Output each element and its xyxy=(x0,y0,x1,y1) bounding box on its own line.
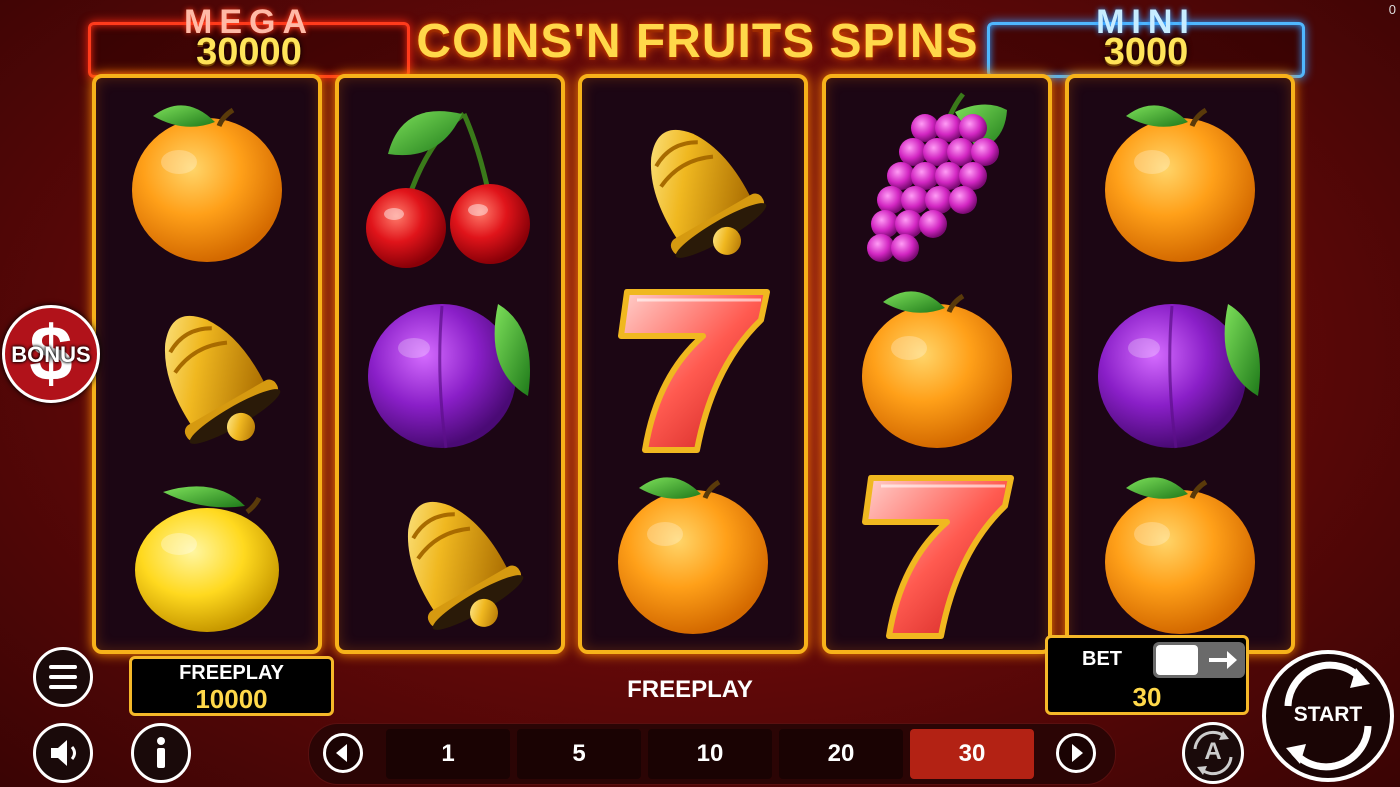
arrow-right-icon xyxy=(1209,651,1237,669)
grapes-symbol xyxy=(837,90,1037,270)
bell-symbol xyxy=(593,90,793,270)
start-button[interactable]: START xyxy=(1262,650,1394,782)
arrow-right-icon xyxy=(1072,744,1083,762)
bet-option-1[interactable]: 1 xyxy=(386,729,510,779)
sound-icon xyxy=(51,740,76,766)
arrow-left-icon xyxy=(336,744,347,762)
autoplay-label: A xyxy=(1204,738,1222,765)
reel-2 xyxy=(335,74,565,654)
mini-jackpot-value: 3000 xyxy=(1103,31,1189,73)
bet-toggle[interactable] xyxy=(1153,642,1245,678)
menu-button[interactable] xyxy=(33,647,93,707)
bet-value: 30 xyxy=(1132,682,1162,712)
freeplay-panel: FREEPLAY 10000 xyxy=(129,656,334,716)
bet-prev-button[interactable] xyxy=(323,733,363,773)
mini-jackpot: MINI 3000 xyxy=(987,3,1305,78)
info-button[interactable] xyxy=(131,723,191,783)
bonus-label: BONUS xyxy=(11,342,91,367)
status-text: FREEPLAY xyxy=(627,676,753,703)
orange-symbol xyxy=(107,90,307,270)
bet-option-20[interactable]: 20 xyxy=(779,729,903,779)
bet-option-10[interactable]: 10 xyxy=(648,729,772,779)
corner-counter: 0 xyxy=(1388,2,1396,17)
bet-panel: BET 30 xyxy=(1045,635,1249,715)
cherries-symbol xyxy=(350,90,550,270)
lemon-symbol xyxy=(107,462,307,642)
toggle-knob xyxy=(1156,645,1198,675)
bell-symbol xyxy=(350,462,550,642)
autoplay-button[interactable]: A xyxy=(1182,722,1244,784)
orange-symbol xyxy=(1080,90,1280,270)
bet-label: BET xyxy=(1082,648,1122,670)
sound-button[interactable] xyxy=(33,723,93,783)
plum-symbol xyxy=(1080,276,1280,456)
bet-next-button[interactable] xyxy=(1056,733,1096,773)
bet-option-30[interactable]: 30 xyxy=(910,729,1034,779)
bet-option-5[interactable]: 5 xyxy=(517,729,641,779)
reel-3 xyxy=(578,74,808,654)
orange-symbol xyxy=(1080,462,1280,642)
reel-1 xyxy=(92,74,322,654)
reel-4 xyxy=(822,74,1052,654)
plum-symbol xyxy=(350,276,550,456)
orange-symbol xyxy=(593,462,793,642)
mega-jackpot: MEGA 30000 xyxy=(88,3,410,78)
mega-jackpot-value: 30000 xyxy=(196,31,302,73)
bonus-button[interactable]: $ BONUS xyxy=(2,305,100,403)
reel-5 xyxy=(1065,74,1295,654)
bet-selector: 1 5 10 20 30 xyxy=(308,723,1116,785)
seven-symbol xyxy=(837,462,1037,642)
game-title: COINS'N FRUITS SPINS xyxy=(416,15,979,68)
start-label: START xyxy=(1293,703,1363,726)
info-icon xyxy=(157,737,165,768)
freeplay-label: FREEPLAY xyxy=(179,662,284,684)
seven-symbol xyxy=(593,276,793,456)
bell-symbol xyxy=(107,276,307,456)
freeplay-value: 10000 xyxy=(195,684,268,714)
menu-icon xyxy=(49,665,77,689)
orange-symbol xyxy=(837,276,1037,456)
